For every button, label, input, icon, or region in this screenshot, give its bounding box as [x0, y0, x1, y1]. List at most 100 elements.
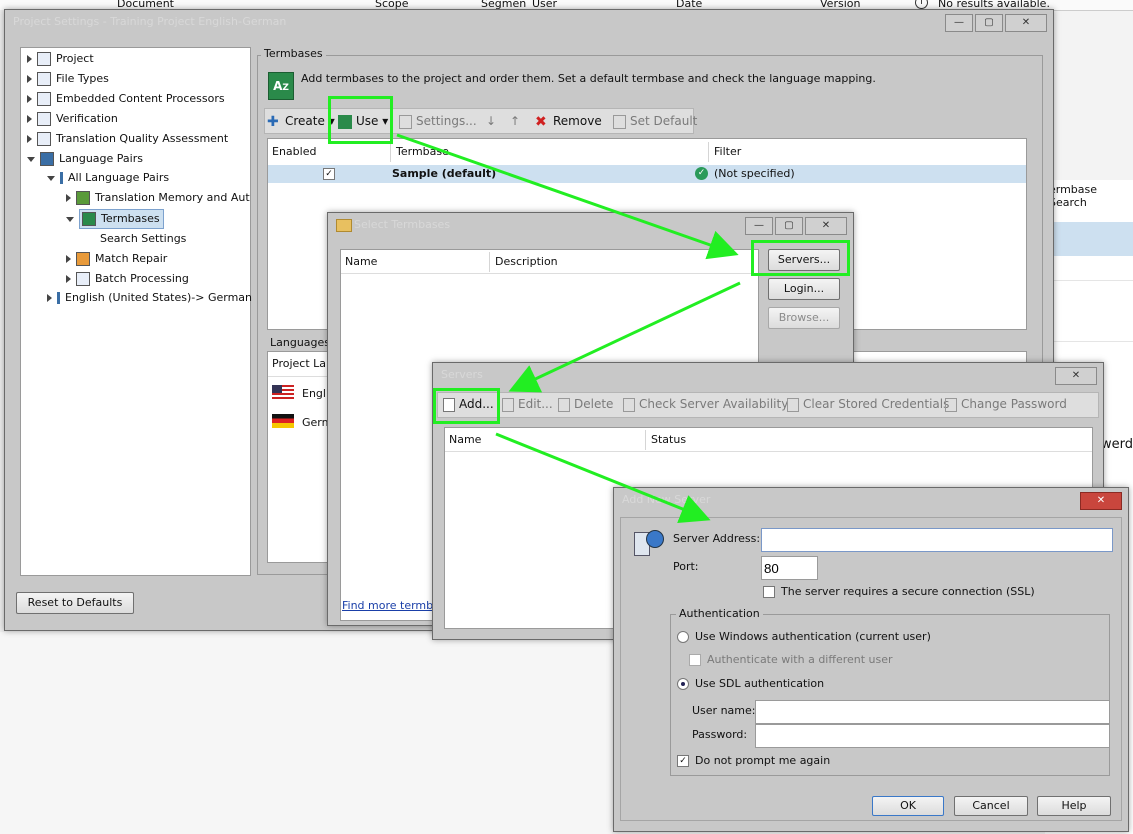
- clear-credentials-button[interactable]: Clear Stored Credentials: [787, 393, 949, 415]
- add-server-titlebar: Add New Server: [614, 488, 1128, 512]
- move-up-button[interactable]: ↑: [510, 110, 520, 132]
- header-name[interactable]: Name: [445, 430, 646, 450]
- ssl-checkbox[interactable]: The server requires a secure connection …: [763, 585, 1035, 598]
- settings-button[interactable]: Settings...: [399, 110, 477, 132]
- maximize-button[interactable]: ▢: [975, 14, 1003, 32]
- enabled-checkbox[interactable]: ✓: [323, 168, 335, 180]
- server-address-input[interactable]: [761, 528, 1113, 552]
- tree-item-project[interactable]: Project: [27, 50, 94, 68]
- expand-icon[interactable]: [27, 75, 32, 83]
- header-termbase[interactable]: Termbase: [392, 142, 709, 162]
- tree-item-file-types[interactable]: File Types: [27, 70, 109, 88]
- password-input[interactable]: [755, 724, 1110, 748]
- highlight-servers-button: [751, 240, 850, 276]
- header-name[interactable]: Name: [341, 252, 490, 272]
- windows-auth-radio[interactable]: Use Windows authentication (current user…: [677, 630, 931, 643]
- project-language-header[interactable]: Project Lan: [272, 357, 333, 370]
- us-flag-icon: [272, 385, 294, 399]
- server-address-label: Server Address:: [673, 532, 761, 545]
- cancel-button[interactable]: Cancel: [954, 796, 1028, 816]
- move-down-button[interactable]: ↓: [486, 110, 496, 132]
- collapse-icon[interactable]: [27, 156, 35, 162]
- delete-icon: [558, 397, 570, 412]
- close-button[interactable]: ✕: [1005, 14, 1047, 32]
- windows-auth-radio-dot[interactable]: [677, 631, 689, 643]
- expand-icon[interactable]: [27, 115, 32, 123]
- username-input[interactable]: [755, 700, 1110, 724]
- sdl-auth-radio[interactable]: Use SDL authentication: [677, 677, 824, 690]
- header-status[interactable]: Status: [647, 430, 1087, 450]
- change-password-button[interactable]: Change Password: [945, 393, 1067, 415]
- expand-icon[interactable]: [66, 275, 71, 283]
- do-not-prompt-checkbox-box[interactable]: ✓: [677, 755, 689, 767]
- maximize-button[interactable]: ▢: [775, 217, 803, 235]
- close-button[interactable]: ✕: [1080, 492, 1122, 510]
- port-input[interactable]: [761, 556, 818, 580]
- header-line: [341, 273, 758, 274]
- de-flag-icon: [272, 414, 294, 428]
- folder-icon: [336, 219, 352, 232]
- header-enabled[interactable]: Enabled: [268, 142, 391, 162]
- translation-memory-icon: [76, 191, 90, 205]
- tree-item-batch-processing[interactable]: Batch Processing: [66, 270, 189, 288]
- tree-item-search-settings[interactable]: Search Settings: [100, 230, 186, 248]
- different-user-checkbox[interactable]: Authenticate with a different user: [689, 653, 893, 666]
- remove-button[interactable]: ✖ Remove: [535, 110, 602, 132]
- table-row[interactable]: ✓ Sample (default) ✓ (Not specified): [268, 165, 1026, 183]
- project-icon: [37, 52, 51, 66]
- add-server-dialog: Add New Server ✕ Server Address: Port: T…: [613, 487, 1129, 832]
- delete-server-button[interactable]: Delete: [558, 393, 613, 415]
- expand-icon[interactable]: [66, 194, 71, 202]
- expand-icon[interactable]: [27, 135, 32, 143]
- delete-x-icon: ✖: [535, 113, 547, 130]
- expand-icon[interactable]: [66, 255, 71, 263]
- tree-item-match-repair[interactable]: Match Repair: [66, 250, 167, 268]
- expand-icon[interactable]: [27, 95, 32, 103]
- different-user-checkbox-box[interactable]: [689, 654, 701, 666]
- port-label: Port:: [673, 560, 699, 573]
- ok-button[interactable]: OK: [872, 796, 944, 816]
- tree-item-tqa[interactable]: Translation Quality Assessment: [27, 130, 228, 148]
- minimize-button[interactable]: —: [945, 14, 973, 32]
- set-default-button[interactable]: Set Default: [613, 110, 697, 132]
- help-button[interactable]: Help: [1037, 796, 1111, 816]
- close-button[interactable]: ✕: [1055, 367, 1097, 385]
- tree-item-translation-memory[interactable]: Translation Memory and Aut: [66, 189, 250, 207]
- do-not-prompt-checkbox[interactable]: ✓ Do not prompt me again: [677, 754, 830, 767]
- header-filter[interactable]: Filter: [710, 142, 1024, 162]
- expand-icon[interactable]: [27, 55, 32, 63]
- file-types-icon: [37, 72, 51, 86]
- close-button[interactable]: ✕: [805, 217, 847, 235]
- bg-bottom-area: [0, 632, 612, 834]
- minimize-button[interactable]: —: [745, 217, 773, 235]
- embedded-content-icon: [37, 92, 51, 106]
- filter-value: (Not specified): [714, 167, 795, 180]
- tree-item-embedded-content[interactable]: Embedded Content Processors: [27, 90, 225, 108]
- header-line: [445, 451, 1092, 452]
- tree-item-language-pairs[interactable]: Language Pairs: [27, 150, 143, 168]
- verification-icon: [37, 112, 51, 126]
- edit-server-button[interactable]: Edit...: [502, 393, 553, 415]
- sdl-auth-radio-dot[interactable]: [677, 678, 689, 690]
- flag-icon: [57, 292, 60, 304]
- tree-item-verification[interactable]: Verification: [27, 110, 118, 128]
- ssl-checkbox-box[interactable]: [763, 586, 775, 598]
- collapse-icon[interactable]: [66, 216, 74, 222]
- check-availability-button[interactable]: Check Server Availability: [623, 393, 788, 415]
- globe-icon: [646, 530, 664, 548]
- login-button[interactable]: Login...: [768, 278, 840, 300]
- browse-button[interactable]: Browse...: [768, 307, 840, 329]
- settings-icon: [399, 114, 412, 129]
- wrench-icon: [76, 252, 90, 266]
- tree-item-termbases[interactable]: Termbases: [66, 209, 164, 229]
- expand-icon[interactable]: [47, 294, 52, 302]
- header-description[interactable]: Description: [491, 252, 755, 272]
- reset-to-defaults-button[interactable]: Reset to Defaults: [16, 592, 134, 614]
- create-button[interactable]: ✚ Create ▾: [267, 110, 335, 132]
- language-pairs-icon: [40, 152, 54, 166]
- authentication-group-title: Authentication: [676, 607, 763, 620]
- tree-item-english-german[interactable]: English (United States)-> German: [47, 289, 252, 307]
- tree-item-all-language-pairs[interactable]: All Language Pairs: [47, 169, 169, 187]
- bg-row-lines: [1045, 280, 1133, 342]
- collapse-icon[interactable]: [47, 175, 55, 181]
